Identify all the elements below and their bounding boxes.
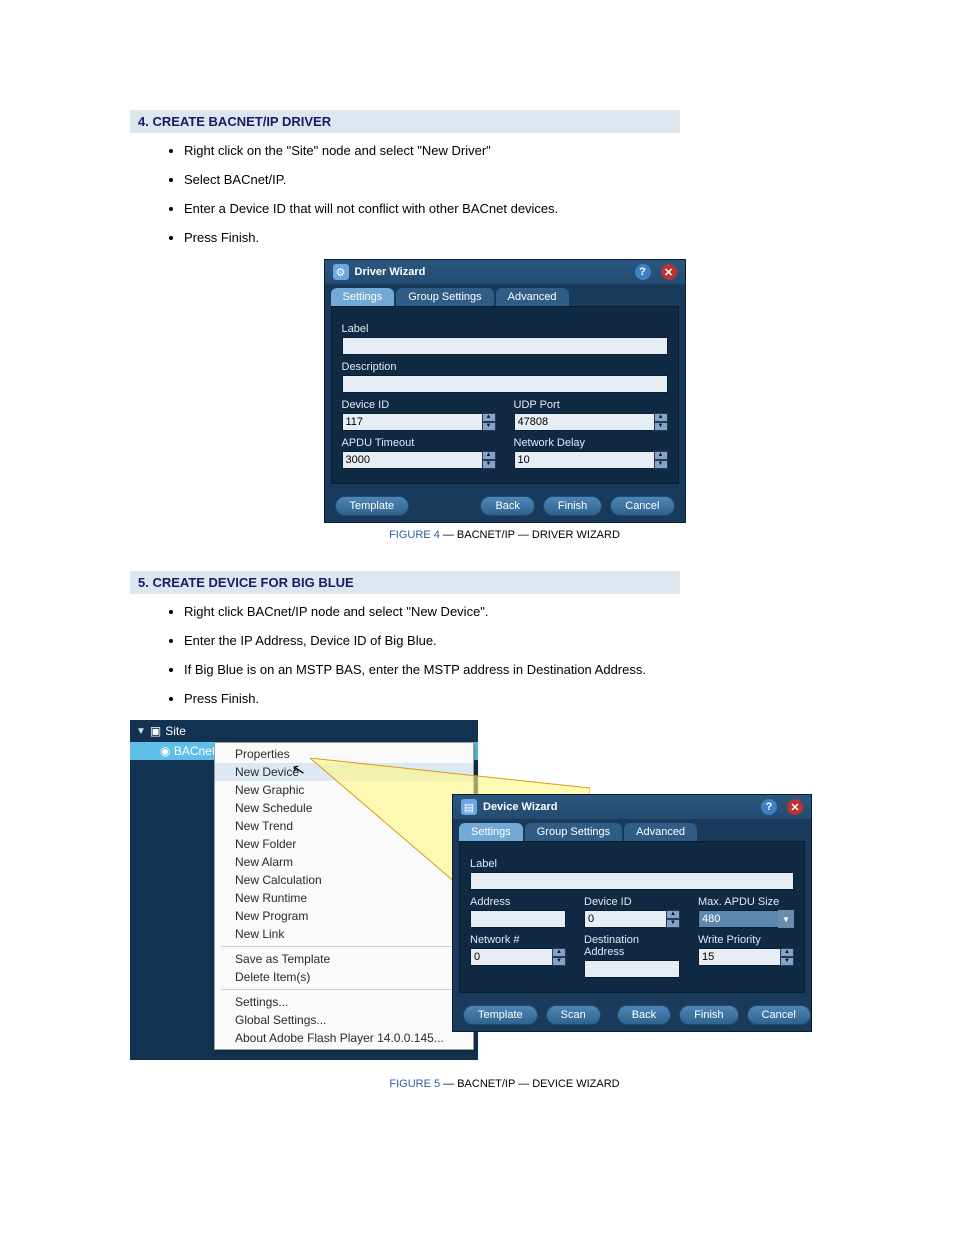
address-label: Address	[470, 896, 566, 908]
dialog-titlebar: ▤ Device Wizard ? ✕	[453, 795, 811, 819]
driver-wizard-dialog: ⚙ Driver Wizard ? ✕ Settings Group Setti…	[324, 259, 686, 523]
dest-addr-label: Destination Address	[584, 934, 680, 958]
expand-icon[interactable]: ▼	[136, 726, 146, 737]
cancel-button[interactable]: Cancel	[747, 1005, 811, 1025]
write-priority-label: Write Priority	[698, 934, 794, 946]
device-id-label: Device ID	[342, 399, 496, 411]
apdu-timeout-input[interactable]	[342, 451, 496, 469]
description-input[interactable]	[342, 375, 668, 393]
tree-label: Site	[165, 724, 186, 738]
dropdown-icon[interactable]: ▼	[778, 910, 794, 928]
device-icon: ▤	[461, 799, 477, 815]
bullet: Right click on the "Site" node and selec…	[184, 143, 879, 158]
tree-site-node[interactable]: ▼ ▣ Site	[130, 720, 478, 742]
label-label: Label	[470, 858, 794, 870]
network-delay-input[interactable]	[514, 451, 668, 469]
figure-2: ▼ ▣ Site ◉ BACnet/IP Properties New Devi…	[130, 720, 815, 1072]
spinner-icon[interactable]: ▲▼	[780, 948, 794, 966]
ctx-about-flash[interactable]: About Adobe Flash Player 14.0.0.145...	[215, 1029, 473, 1047]
section-1-bullets: Right click on the "Site" node and selec…	[184, 143, 879, 245]
finish-button[interactable]: Finish	[679, 1005, 738, 1025]
tab-advanced[interactable]: Advanced	[496, 288, 569, 306]
section-2-bullets: Right click BACnet/IP node and select "N…	[184, 604, 879, 706]
template-button[interactable]: Template	[335, 496, 410, 516]
apdu-timeout-label: APDU Timeout	[342, 437, 496, 449]
label-label: Label	[342, 323, 668, 335]
address-input[interactable]	[470, 910, 566, 928]
device-id-label: Device ID	[584, 896, 680, 908]
spinner-icon[interactable]: ▲▼	[482, 413, 496, 431]
back-button[interactable]: Back	[617, 1005, 671, 1025]
bullet: Enter a Device ID that will not conflict…	[184, 201, 879, 216]
cancel-button[interactable]: Cancel	[610, 496, 674, 516]
wizard-icon: ⚙	[333, 264, 349, 280]
figure-1-caption: FIGURE 4 — BACNET/IP — DRIVER WIZARD	[130, 529, 879, 541]
tab-group-settings[interactable]: Group Settings	[525, 823, 622, 841]
template-button[interactable]: Template	[463, 1005, 538, 1025]
udp-port-label: UDP Port	[514, 399, 668, 411]
section-1-title: 4. CREATE BACNET/IP DRIVER	[130, 110, 680, 133]
network-delay-label: Network Delay	[514, 437, 668, 449]
dialog-titlebar: ⚙ Driver Wizard ? ✕	[325, 260, 685, 284]
tab-group-settings[interactable]: Group Settings	[396, 288, 493, 306]
tab-advanced[interactable]: Advanced	[624, 823, 697, 841]
label-input[interactable]	[470, 872, 794, 890]
figure-2-caption: FIGURE 5 — BACNET/IP — DEVICE WIZARD	[130, 1078, 879, 1090]
close-icon[interactable]: ✕	[787, 799, 803, 815]
description-label: Description	[342, 361, 668, 373]
bullet: Enter the IP Address, Device ID of Big B…	[184, 633, 879, 648]
device-id-input[interactable]	[342, 413, 496, 431]
help-icon[interactable]: ?	[761, 799, 777, 815]
bullet: If Big Blue is on an MSTP BAS, enter the…	[184, 662, 879, 677]
spinner-icon[interactable]: ▲▼	[552, 948, 566, 966]
dialog-title: Driver Wizard	[355, 266, 426, 278]
section-2-title: 5. CREATE DEVICE FOR BIG BLUE	[130, 571, 680, 594]
bullet: Select BACnet/IP.	[184, 172, 879, 187]
tab-settings[interactable]: Settings	[331, 288, 395, 306]
folder-icon: ▣	[150, 724, 161, 738]
tab-settings[interactable]: Settings	[459, 823, 523, 841]
back-button[interactable]: Back	[480, 496, 534, 516]
finish-button[interactable]: Finish	[543, 496, 602, 516]
bullet: Press Finish.	[184, 691, 879, 706]
label-input[interactable]	[342, 337, 668, 355]
scan-button[interactable]: Scan	[546, 1005, 601, 1025]
help-icon[interactable]: ?	[635, 264, 651, 280]
spinner-icon[interactable]: ▲▼	[666, 910, 680, 928]
network-no-label: Network #	[470, 934, 566, 946]
udp-port-input[interactable]	[514, 413, 668, 431]
spinner-icon[interactable]: ▲▼	[654, 451, 668, 469]
bullet: Press Finish.	[184, 230, 879, 245]
device-wizard-dialog: ▤ Device Wizard ? ✕ Settings Group Setti…	[452, 794, 812, 1032]
spinner-icon[interactable]: ▲▼	[654, 413, 668, 431]
spinner-icon[interactable]: ▲▼	[482, 451, 496, 469]
driver-icon: ◉	[160, 744, 170, 758]
max-apdu-label: Max. APDU Size	[698, 896, 794, 908]
bullet: Right click BACnet/IP node and select "N…	[184, 604, 879, 619]
dialog-title: Device Wizard	[483, 801, 558, 813]
dest-addr-input[interactable]	[584, 960, 680, 978]
close-icon[interactable]: ✕	[661, 264, 677, 280]
